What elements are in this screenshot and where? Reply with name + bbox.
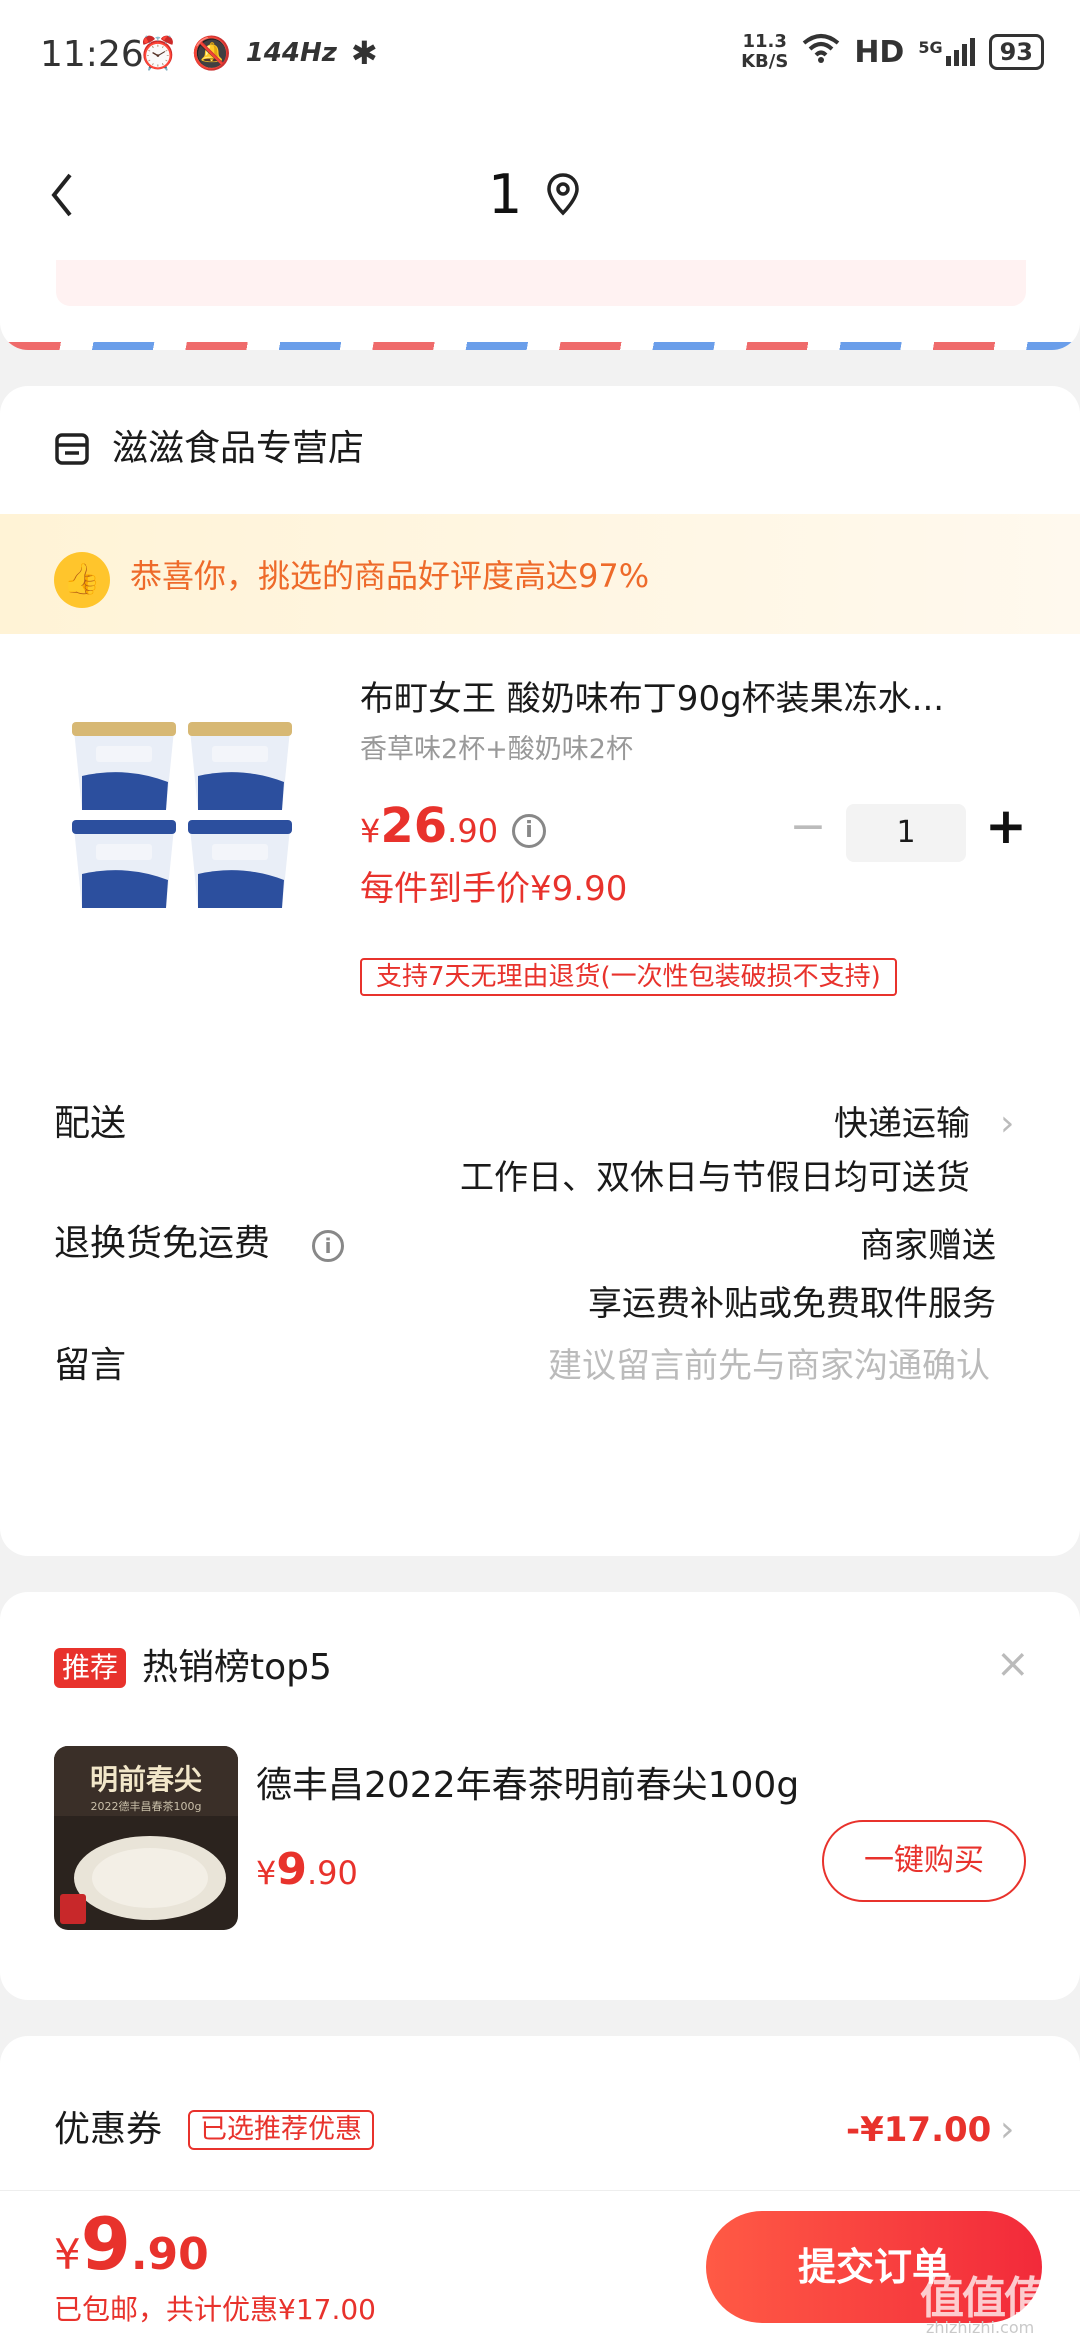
recommend-product-price: ¥9.90 [256, 1844, 358, 1895]
recommend-product-name[interactable]: 德丰昌2022年春茶明前春尖100g [256, 1762, 799, 1810]
coupon-tag: 已选推荐优惠 [188, 2110, 374, 2150]
unit-price: 每件到手价¥9.90 [360, 869, 628, 909]
hd-label: HD [854, 34, 905, 70]
recommend-title: 热销榜top5 [142, 1647, 332, 1688]
return-policy-tag: 支持7天无理由退货(一次性包装破损不支持) [360, 958, 897, 996]
thumbs-up-icon: 👍 [54, 552, 110, 608]
store-name[interactable]: 滋滋食品专营店 [112, 426, 364, 472]
delivery-value[interactable]: 快递运输 [560, 1100, 970, 1148]
bluetooth-icon: ✱ [350, 34, 378, 72]
return-shipping-label: 退换货免运费 [54, 1223, 271, 1264]
battery-indicator: 93 [988, 34, 1044, 70]
recommend-badge: 推荐 [54, 1648, 127, 1688]
product-image[interactable] [66, 716, 300, 912]
store-card: 滋滋食品专营店 👍 恭喜你，挑选的商品好评度高达97% 布町女王 酸奶味布丁90… [0, 386, 1080, 1556]
airmail-border [0, 342, 1080, 350]
delivery-note: 工作日、双休日与节假日均可送货 [460, 1158, 970, 1198]
coupon-chevron-right-icon[interactable]: › [1000, 2106, 1014, 2154]
location-pin-icon[interactable] [546, 172, 580, 218]
recommend-card: 推荐 热销榜top5 × 明前春尖 2022德丰昌春茶100g 德丰昌2022年… [0, 1592, 1080, 2000]
status-bar: 11:26 ⏰ 🔕 144Hz ✱ 11.3 KB/S HD 5G 93 [0, 0, 1080, 110]
total-discount-note: 已包邮，共计优惠¥17.00 [54, 2293, 376, 2326]
status-left-icons: ⏰ 🔕 144Hz ✱ [138, 34, 378, 72]
delivery-label: 配送 [54, 1103, 127, 1144]
return-shipping-info-icon[interactable]: i [312, 1230, 344, 1262]
delivery-chevron-right-icon[interactable]: › [1000, 1100, 1014, 1148]
message-input[interactable]: 建议留言前先与商家沟通确认 [380, 1342, 990, 1390]
quantity-plus-button[interactable]: + [984, 796, 1028, 856]
message-label: 留言 [54, 1345, 127, 1386]
net-speed: 11.3 KB/S [741, 31, 789, 72]
close-icon[interactable]: × [996, 1640, 1030, 1688]
order-header: 1 [0, 110, 1080, 350]
mute-icon: 🔕 [191, 34, 232, 72]
one-click-buy-button[interactable]: 一键购买 [822, 1820, 1026, 1902]
coupon-value[interactable]: -¥17.00 [846, 2106, 991, 2154]
recommend-product-image[interactable]: 明前春尖 2022德丰昌春茶100g [54, 1746, 238, 1930]
refresh-rate: 144Hz [245, 38, 337, 68]
product-spec[interactable]: 香草味2杯+酸奶味2杯 [360, 732, 633, 768]
price-info-icon[interactable]: i [512, 814, 546, 848]
praise-banner: 👍 恭喜你，挑选的商品好评度高达97% [0, 514, 1080, 634]
alarm-icon: ⏰ [138, 34, 178, 72]
quantity-minus-button[interactable]: − [788, 802, 828, 852]
praise-text: 恭喜你，挑选的商品好评度高达97% [130, 557, 650, 595]
coupon-label: 优惠券 [54, 2109, 163, 2150]
signal-icon: 5G [918, 38, 975, 66]
return-shipping-note: 享运费补贴或免费取件服务 [588, 1284, 996, 1324]
quantity-input[interactable]: 1 [846, 804, 966, 862]
wifi-icon [802, 33, 840, 71]
back-button[interactable] [50, 160, 90, 230]
address-strip [56, 260, 1026, 306]
checkout-bar: ¥9.90 已包邮，共计优惠¥17.00 提交订单 [0, 2190, 1080, 2340]
watermark: 值值值 [920, 2273, 1048, 2324]
product-title[interactable]: 布町女王 酸奶味布丁90g杯装果冻水... [360, 676, 1020, 722]
address-number[interactable]: 1 [488, 160, 522, 230]
status-time: 11:26 [40, 34, 144, 75]
recommend-image-title: 明前春尖 [89, 1763, 202, 1796]
product-price: ¥26.90 [360, 798, 499, 854]
store-icon [54, 432, 90, 466]
status-right-icons: 11.3 KB/S HD 5G 93 [741, 32, 1044, 72]
chevron-left-icon [51, 173, 72, 217]
recommend-image-subtitle: 2022德丰昌春茶100g [90, 1800, 202, 1813]
watermark-url: zhizhizhi.com [926, 2318, 1035, 2337]
return-shipping-value: 商家赠送 [860, 1226, 996, 1266]
